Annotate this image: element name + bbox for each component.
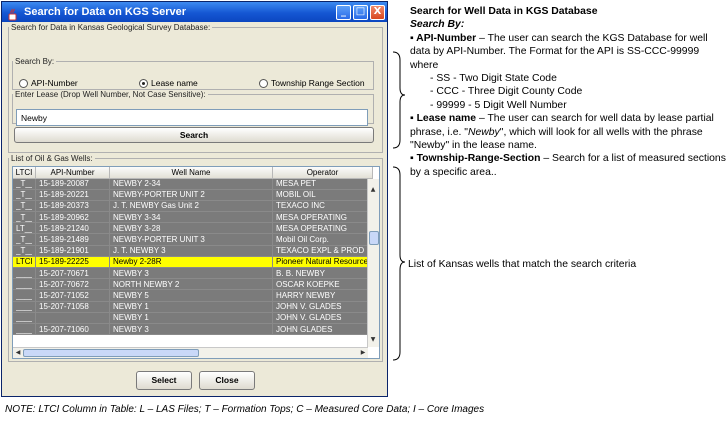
api-format-item: - CCC - Three Digit County Code <box>430 86 583 98</box>
list-note: List of Kansas wells that match the sear… <box>408 259 637 270</box>
api-description: ▪ API-Number – The user can search the K… <box>410 32 726 72</box>
trs-description: ▪ Township-Range-Section – Search for a … <box>410 152 726 179</box>
api-format-item: - SS - Two Digit State Code <box>430 73 557 85</box>
lease-description: ▪ Lease name – The user can search for w… <box>410 112 726 152</box>
lease-term: ▪ Lease name <box>410 113 477 125</box>
annotation-subheading: Search By: <box>410 19 465 31</box>
annotation-text: Search for Well Data in KGS Database Sea… <box>410 5 726 179</box>
api-term: ▪ API-Number <box>410 32 477 44</box>
api-format-item: - 99999 - 5 Digit Well Number <box>430 99 567 111</box>
trs-term: ▪ Township-Range-Section <box>410 153 541 165</box>
annotation-heading: Search for Well Data in KGS Database <box>410 6 598 17</box>
ltci-footnote: NOTE: LTCI Column in Table: L – LAS File… <box>5 404 485 415</box>
lease-example: Newby <box>467 126 500 138</box>
